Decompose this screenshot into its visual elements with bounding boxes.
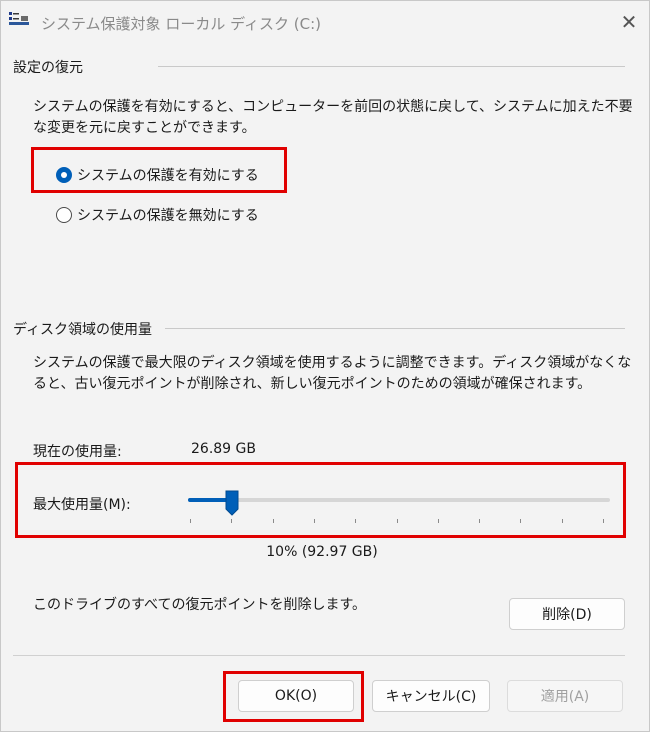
ok-button-label: OK(O) [274,688,318,704]
slider-tick [273,519,274,523]
slider-tick [520,519,521,523]
disk-usage-divider [165,328,625,329]
slider-tick [190,519,191,523]
system-properties-icon [9,12,29,28]
radio-enable-label: システムの保護を有効にする [77,168,259,184]
max-usage-label: 最大使用量(M): [33,497,131,513]
slider-tick [603,519,604,523]
radio-enable-protection[interactable]: システムの保護を有効にする [56,165,259,185]
apply-button[interactable]: 適用(A) [507,680,623,712]
slider-tick [231,519,232,523]
radio-checked-icon [56,167,72,183]
slider-tick [355,519,356,523]
slider-tick [438,519,439,523]
current-usage-label: 現在の使用量: [33,444,122,460]
max-usage-slider-track[interactable] [188,498,610,502]
max-usage-slider-thumb[interactable] [225,490,239,516]
disk-usage-header: ディスク領域の使用量 [13,322,153,338]
delete-button-label: 削除(D) [542,607,592,623]
restore-settings-header: 設定の復元 [13,60,83,76]
slider-tick [397,519,398,523]
close-button[interactable]: ✕ [613,7,645,37]
delete-description: このドライブのすべての復元ポイントを削除します。 [33,597,367,613]
delete-button[interactable]: 削除(D) [509,598,625,630]
restore-settings-description: システムの保護を有効にすると、コンピューターを前回の状態に戻して、システムに加え… [33,99,633,136]
radio-unchecked-icon [56,207,72,223]
cancel-button[interactable]: キャンセル(C) [372,680,490,712]
title-bar: システム保護対象 ローカル ディスク (C:) ✕ [1,1,649,45]
disk-usage-description: システムの保護で最大限のディスク領域を使用するように調整できます。ディスク領域が… [33,355,632,392]
ok-button[interactable]: OK(O) [238,680,354,712]
radio-disable-protection[interactable]: システムの保護を無効にする [56,205,259,225]
system-protection-dialog: システム保護対象 ローカル ディスク (C:) ✕ 設定の復元 システムの保護を… [0,0,650,732]
slider-tick [314,519,315,523]
window-title: システム保護対象 ローカル ディスク (C:) [41,15,322,33]
cancel-button-label: キャンセル(C) [385,689,477,705]
slider-tick [479,519,480,523]
apply-button-label: 適用(A) [540,689,590,705]
max-usage-readout: 10% (92.97 GB) [266,544,378,560]
restore-settings-divider [158,66,625,67]
close-icon: ✕ [620,10,638,34]
footer-separator [13,655,625,656]
slider-tick [562,519,563,523]
current-usage-value: 26.89 GB [191,441,256,457]
radio-disable-label: システムの保護を無効にする [77,208,259,224]
